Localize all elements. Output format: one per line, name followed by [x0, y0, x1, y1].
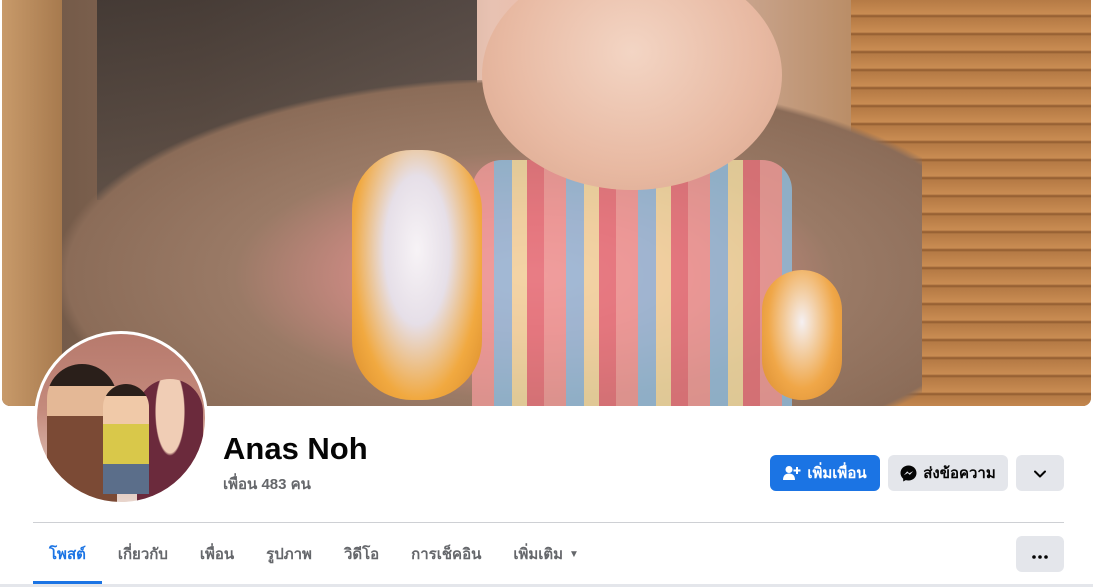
ellipsis-icon [1032, 546, 1048, 563]
more-options-button[interactable] [1016, 455, 1064, 491]
message-label: ส่งข้อความ [923, 465, 996, 482]
cover-photo-detail [472, 160, 792, 406]
profile-picture[interactable] [34, 331, 208, 505]
tab-label: เกี่ยวกับ [117, 546, 168, 563]
tab-friends[interactable]: เพื่อน [184, 524, 250, 584]
tab-label: เพิ่มเติม [513, 546, 564, 563]
chevron-down-icon [1034, 465, 1046, 482]
message-button[interactable]: ส่งข้อความ [888, 455, 1008, 491]
add-friend-icon [783, 465, 801, 481]
tab-checkins[interactable]: การเช็คอิน [395, 524, 497, 584]
tab-more[interactable]: เพิ่มเติม ▼ [497, 524, 595, 584]
messenger-icon [900, 465, 917, 482]
caret-down-icon: ▼ [569, 548, 579, 560]
cover-photo-detail [352, 150, 482, 400]
friends-count[interactable]: เพื่อน 483 คน [223, 472, 311, 496]
avatar-detail [103, 384, 149, 494]
profile-name: Anas Noh [223, 431, 368, 466]
divider [33, 522, 1064, 523]
add-friend-label: เพิ่มเพื่อน [807, 465, 867, 482]
tab-label: การเช็คอิน [411, 546, 482, 563]
tab-label: โพสต์ [49, 546, 86, 563]
tab-label: วิดีโอ [343, 546, 380, 563]
profile-tabs: โพสต์ เกี่ยวกับ เพื่อน รูปภาพ วิดีโอ การ… [33, 524, 595, 584]
tab-photos[interactable]: รูปภาพ [250, 524, 328, 584]
tab-videos[interactable]: วิดีโอ [328, 524, 395, 584]
cover-photo-detail [762, 270, 842, 400]
add-friend-button[interactable]: เพิ่มเพื่อน [770, 455, 880, 491]
tab-label: รูปภาพ [266, 546, 312, 563]
tab-label: เพื่อน [199, 546, 235, 563]
tab-posts[interactable]: โพสต์ [33, 524, 102, 584]
avatar [37, 334, 205, 502]
more-actions-button[interactable] [1016, 536, 1064, 572]
cover-photo-detail [2, 0, 62, 406]
tab-about[interactable]: เกี่ยวกับ [102, 524, 184, 584]
